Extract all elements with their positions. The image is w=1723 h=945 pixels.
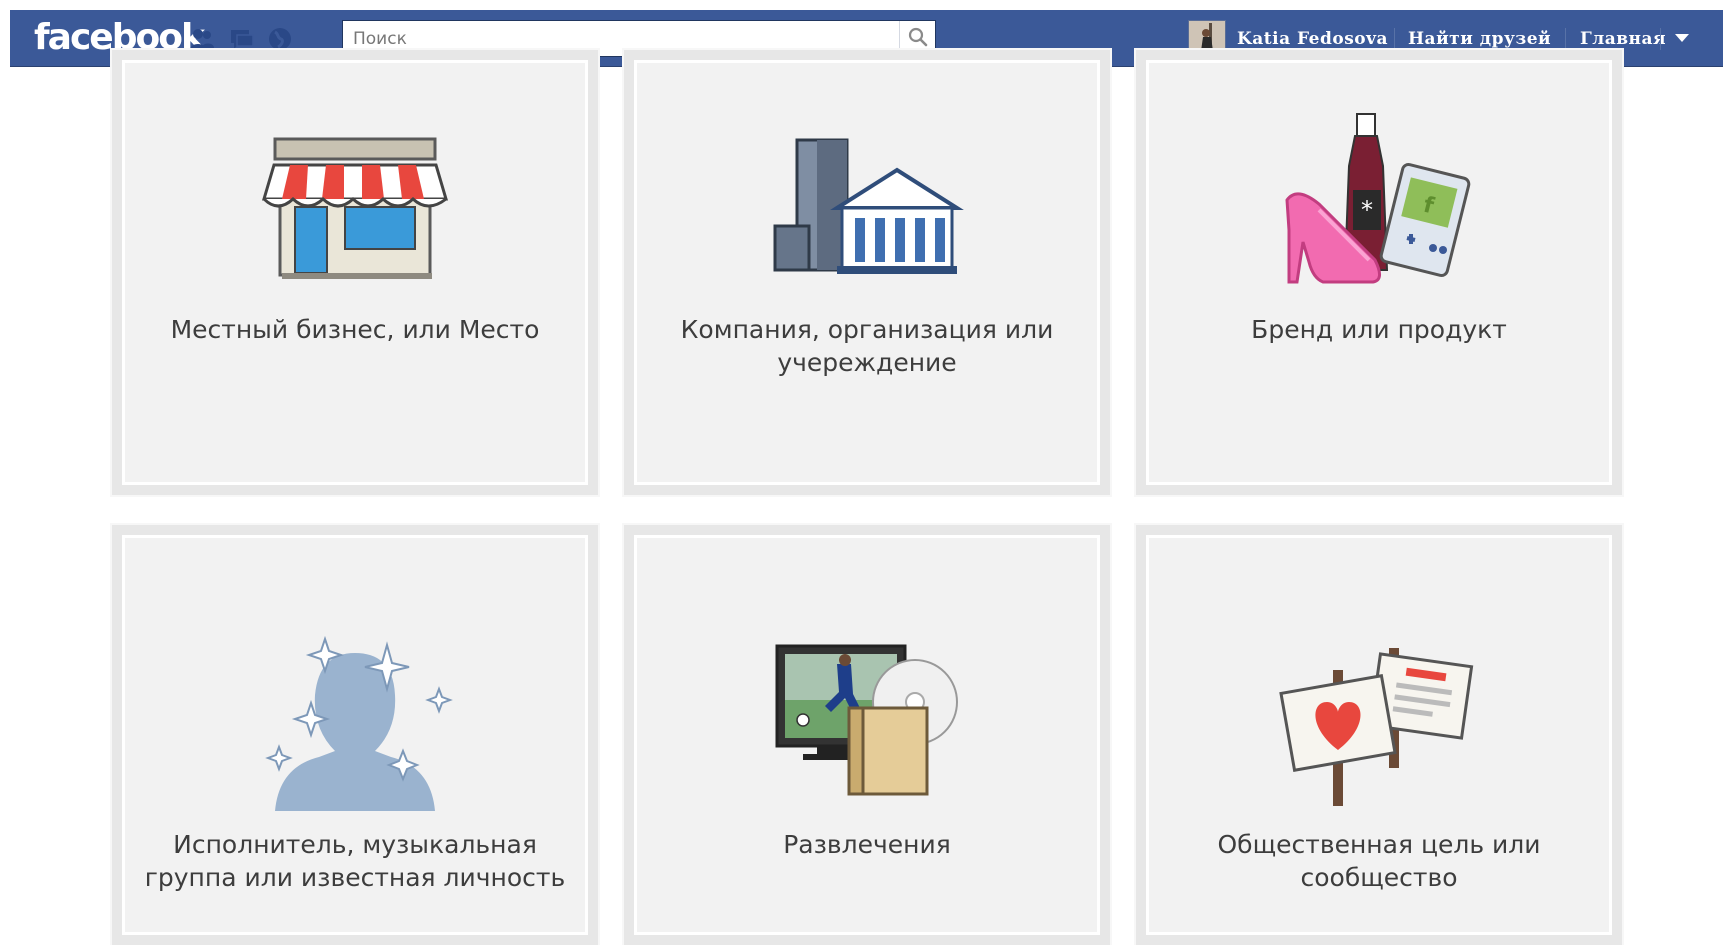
svg-text:*: * xyxy=(1361,196,1373,224)
company-buildings-icon xyxy=(767,130,967,280)
chevron-down-icon[interactable] xyxy=(1675,34,1689,42)
category-label: Компания, организация или учереждение xyxy=(680,315,1054,377)
category-card-company[interactable]: Компания, организация или учереждение xyxy=(622,48,1112,497)
celebrity-icon xyxy=(255,625,455,815)
cause-signs-icon xyxy=(1279,640,1479,810)
nav-divider xyxy=(1660,28,1661,50)
messages-icon[interactable] xyxy=(228,26,256,52)
category-card-brand[interactable]: * f Бренд или продукт xyxy=(1134,48,1624,497)
nav-divider xyxy=(1565,28,1566,50)
category-label: Общественная цель или сообщество xyxy=(1217,830,1541,892)
category-card-artist[interactable]: Исполнитель, музыкальная группа или изве… xyxy=(110,523,600,945)
category-card-entertainment[interactable]: Развлечения xyxy=(622,523,1112,945)
globe-icon[interactable] xyxy=(266,26,294,52)
category-label: Местный бизнес, или Место xyxy=(170,315,540,344)
category-label: Исполнитель, музыкальная группа или изве… xyxy=(144,830,566,892)
category-card-cause[interactable]: Общественная цель или сообщество xyxy=(1134,523,1624,945)
category-label: Бренд или продукт xyxy=(1251,315,1507,344)
category-card-local-business[interactable]: Местный бизнес, или Место xyxy=(110,48,600,497)
category-label: Развлечения xyxy=(783,830,951,859)
friends-icon[interactable] xyxy=(188,26,216,52)
nav-divider xyxy=(1394,28,1395,50)
magnifier-icon xyxy=(908,27,928,51)
entertainment-icon xyxy=(767,640,967,800)
brand-product-icon: * f xyxy=(1279,110,1479,290)
storefront-icon xyxy=(260,125,450,285)
